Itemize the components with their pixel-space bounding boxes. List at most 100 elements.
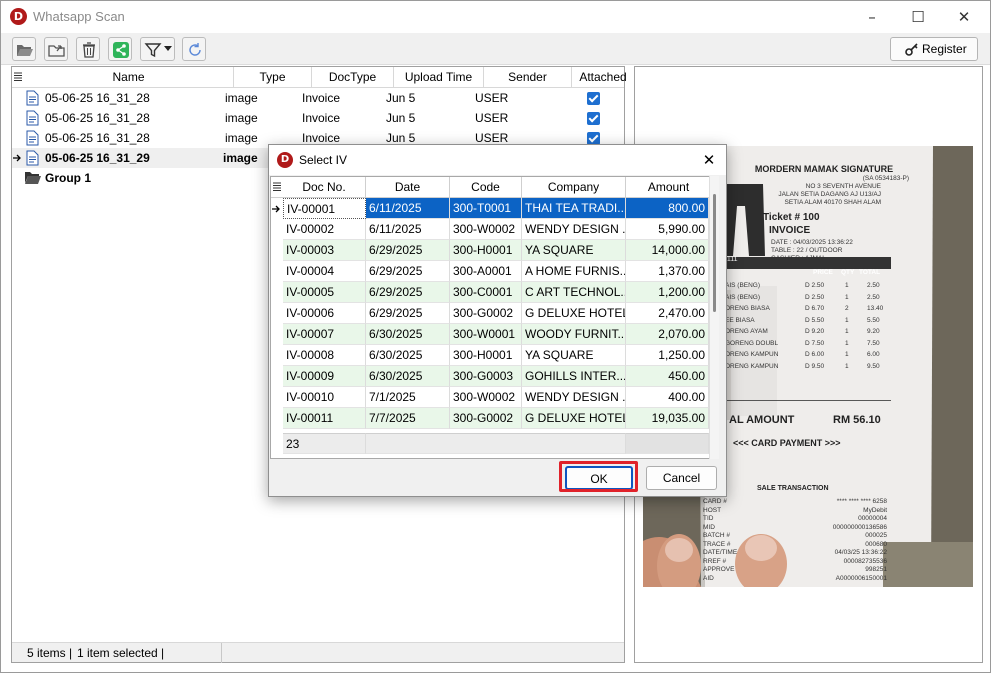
date-cell: 6/29/2025 bbox=[366, 261, 450, 282]
share-button[interactable] bbox=[108, 37, 132, 61]
file-row[interactable]: 05-06-25 16_31_28 image Invoice Jun 5 US… bbox=[12, 88, 624, 108]
invoice-row-selected[interactable]: IV-00001 6/11/2025 300-T0001 THAI TEA TRADI… bbox=[271, 198, 709, 219]
scrollbar-thumb[interactable] bbox=[713, 194, 716, 312]
receipt-detail-value: A0000006150001 bbox=[835, 574, 887, 582]
filter-button[interactable] bbox=[140, 37, 175, 61]
company-cell: G DELUXE HOTEL bbox=[522, 408, 626, 429]
invoice-row[interactable]: IV-00009 6/30/2025 300-G0003 GOHILLS INTER.… bbox=[271, 366, 709, 387]
receipt-detail-label: AID bbox=[703, 574, 714, 582]
file-upload-time: Jun 5 bbox=[386, 111, 416, 125]
dialog-close-button[interactable]: ✕ bbox=[697, 148, 721, 172]
code-cell: 300-H0001 bbox=[450, 345, 522, 366]
file-sender: USER bbox=[475, 91, 509, 105]
column-header-company[interactable]: Company bbox=[522, 177, 626, 198]
filter-icon bbox=[144, 43, 162, 58]
receipt-table: TABLE : 22 / OUTDOOR bbox=[771, 247, 843, 254]
column-header-doc-no[interactable]: Doc No. bbox=[283, 177, 366, 198]
invoice-row[interactable]: IV-00003 6/29/2025 300-H0001 YA SQUARE 14,00… bbox=[271, 240, 709, 261]
invoice-grid-footer: 23 bbox=[271, 433, 709, 454]
receipt-item-total: 5.50 bbox=[867, 316, 880, 324]
receipt-item-price: D 7.50 bbox=[805, 339, 825, 347]
minimize-button[interactable]: – bbox=[849, 1, 895, 33]
open-folder-button[interactable] bbox=[12, 37, 36, 61]
date-cell: 6/29/2025 bbox=[366, 303, 450, 324]
code-cell: 300-G0002 bbox=[450, 303, 522, 324]
invoice-row[interactable]: IV-00011 7/7/2025 300-G0002 G DELUXE HOTEL 1… bbox=[271, 408, 709, 429]
receipt-item-qty: 1 bbox=[845, 328, 849, 335]
column-chooser-icon[interactable] bbox=[271, 177, 283, 198]
doc-no-cell: IV-00007 bbox=[283, 324, 366, 345]
row-pointer-icon bbox=[272, 205, 280, 213]
receipt-detail-label: CARD # bbox=[703, 498, 727, 505]
dialog-title: Select IV bbox=[299, 153, 348, 167]
invoice-row[interactable]: IV-00008 6/30/2025 300-H0001 YA SQUARE 1,250… bbox=[271, 345, 709, 366]
folder-open-icon bbox=[17, 45, 33, 56]
dialog-title-bar: D Select IV ✕ bbox=[269, 145, 726, 175]
column-chooser-icon[interactable] bbox=[12, 67, 24, 88]
file-doctype: Invoice bbox=[302, 111, 341, 125]
column-header-sender[interactable]: Sender bbox=[484, 67, 572, 88]
column-header-attached[interactable]: Attached bbox=[572, 67, 634, 88]
date-cell: 7/1/2025 bbox=[366, 387, 450, 408]
file-grid-header: Name Type DocType Upload Time Sender Att… bbox=[12, 67, 627, 88]
close-button[interactable]: ✕ bbox=[941, 1, 987, 33]
code-cell: 300-A0001 bbox=[450, 261, 522, 282]
receipt-item-name: ORENG AYAM bbox=[725, 328, 768, 335]
invoice-row[interactable]: IV-00004 6/29/2025 300-A0001 A HOME FURNIS.… bbox=[271, 261, 709, 282]
document-icon bbox=[26, 130, 39, 146]
attached-checkbox[interactable] bbox=[587, 112, 600, 125]
column-header-amount[interactable]: Amount bbox=[626, 177, 709, 198]
file-row[interactable]: 05-06-25 16_31_28 image Invoice Jun 5 US… bbox=[12, 108, 624, 128]
toolbar: Register bbox=[1, 33, 990, 65]
invoice-row[interactable]: IV-00010 7/1/2025 300-W0002 WENDY DESIGN ..… bbox=[271, 387, 709, 408]
file-upload-time: Jun 5 bbox=[386, 91, 416, 105]
footer-blank bbox=[366, 433, 626, 454]
company-cell: A HOME FURNIS... bbox=[522, 261, 626, 282]
invoice-row[interactable]: IV-00007 6/30/2025 300-W0001 WOODY FURNIT..… bbox=[271, 324, 709, 345]
status-bar: 5 items | 1 item selected | bbox=[12, 642, 624, 663]
receipt-detail-label: DATE/TIME bbox=[703, 549, 738, 556]
file-type: image bbox=[225, 91, 258, 105]
receipt-item-qty: 1 bbox=[845, 351, 849, 358]
vertical-scrollbar[interactable] bbox=[709, 176, 719, 459]
file-type: image bbox=[225, 131, 258, 145]
receipt-detail-value: 000680 bbox=[865, 540, 887, 548]
register-label: Register bbox=[922, 42, 967, 56]
register-button[interactable]: Register bbox=[890, 37, 978, 61]
invoice-row[interactable]: IV-00006 6/29/2025 300-G0002 G DELUXE HOTEL… bbox=[271, 303, 709, 324]
doc-no-cell: IV-00004 bbox=[283, 261, 366, 282]
delete-button[interactable] bbox=[76, 37, 100, 61]
invoice-row[interactable]: IV-00002 6/11/2025 300-W0002 WENDY DESIGN .… bbox=[271, 219, 709, 240]
column-header-type[interactable]: Type bbox=[234, 67, 312, 88]
status-selected-count: 1 item selected | bbox=[72, 643, 222, 663]
title-bar: D Whatsapp Scan – ☐ ✕ bbox=[1, 1, 990, 33]
receipt-item-qty: 1 bbox=[845, 316, 849, 324]
app-logo: D bbox=[10, 8, 27, 25]
column-header-code[interactable]: Code bbox=[450, 177, 522, 198]
invoice-row[interactable]: IV-00005 6/29/2025 300-C0001 C ART TECHNOL.… bbox=[271, 282, 709, 303]
receipt-total-label: AL AMOUNT bbox=[729, 414, 795, 426]
receipt-item-qty: 1 bbox=[845, 293, 849, 301]
footer-amount-total bbox=[626, 433, 709, 454]
ok-button-highlight bbox=[559, 461, 638, 492]
date-cell: 6/30/2025 bbox=[366, 366, 450, 387]
receipt-doc-type: INVOICE bbox=[769, 225, 811, 236]
refresh-button[interactable] bbox=[182, 37, 206, 61]
group-label: Group 1 bbox=[45, 171, 92, 185]
date-cell: 6/30/2025 bbox=[366, 345, 450, 366]
column-header-name[interactable]: Name bbox=[24, 67, 234, 88]
receipt-date: DATE : 04/03/2025 13:36:22 bbox=[771, 239, 853, 246]
column-header-date[interactable]: Date bbox=[366, 177, 450, 198]
attached-checkbox[interactable] bbox=[587, 92, 600, 105]
column-header-doctype[interactable]: DocType bbox=[312, 67, 394, 88]
file-type: image bbox=[225, 111, 258, 125]
export-button[interactable] bbox=[44, 37, 68, 61]
receipt-reg: (SA 0534183-P) bbox=[862, 175, 909, 182]
company-cell: WENDY DESIGN ... bbox=[522, 219, 626, 240]
key-icon bbox=[905, 43, 918, 56]
column-header-upload-time[interactable]: Upload Time bbox=[394, 67, 484, 88]
doc-no-cell: IV-00008 bbox=[283, 345, 366, 366]
maximize-button[interactable]: ☐ bbox=[895, 1, 941, 33]
receipt-item-price: D 6.00 bbox=[805, 351, 825, 358]
cancel-button[interactable]: Cancel bbox=[646, 466, 717, 490]
